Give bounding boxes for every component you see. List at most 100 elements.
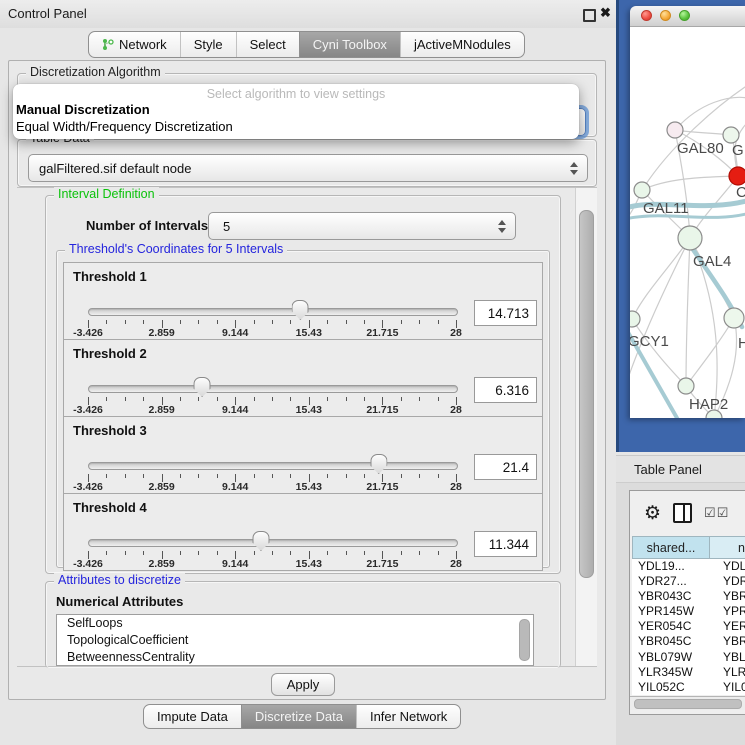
table-row[interactable]: YER054CYER0 — [632, 619, 745, 634]
tab-cyni-toolbox[interactable]: Cyni Toolbox — [299, 32, 400, 57]
tick-mark — [106, 474, 107, 478]
horizontal-scrollbar-thumb[interactable] — [634, 699, 742, 709]
network-node[interactable] — [634, 182, 650, 198]
control-panel-tabbar: NetworkStyleSelect Cyni Toolbox jActiveMNo… — [88, 31, 525, 58]
network-node-label: GCY1 — [630, 333, 669, 350]
network-edge — [630, 238, 690, 387]
tick-mark — [125, 474, 126, 478]
column-header-name[interactable]: n — [710, 536, 745, 559]
minimize-traffic-light-icon[interactable] — [660, 10, 671, 21]
slider-track[interactable] — [88, 385, 458, 393]
slider-track[interactable] — [88, 539, 458, 547]
numerical-attributes-list[interactable]: SelfLoopsTopologicalCoefficientBetweenne… — [56, 614, 534, 666]
threshold-slider[interactable]: -3.4262.8599.14415.4321.71528 — [88, 263, 456, 339]
table-row[interactable]: YDL19...YDL1 — [632, 559, 745, 574]
tick-mark — [272, 474, 273, 478]
tab-discretize-data[interactable]: Discretize Data — [241, 705, 356, 728]
tick-label: -3.426 — [73, 404, 103, 416]
horizontal-scrollbar[interactable] — [630, 696, 745, 710]
combo-arrows-icon — [498, 220, 515, 233]
threshold-value-field[interactable]: 6.316 — [474, 377, 537, 403]
close-icon[interactable]: ✖ — [600, 5, 611, 21]
tab-style[interactable]: Style — [180, 32, 236, 57]
tab-label: Cyni Toolbox — [313, 37, 387, 52]
table-toolbar: ⚙ ☑☑ — [630, 491, 745, 535]
network-window-titlebar — [630, 6, 745, 27]
tick-label: 2.859 — [148, 558, 174, 570]
table-data-combobox[interactable]: galFiltered.sif default node — [28, 154, 588, 182]
network-node[interactable] — [667, 122, 683, 138]
threshold-slider[interactable]: -3.4262.8599.14415.4321.71528 — [88, 417, 456, 493]
tab-impute-data[interactable]: Impute Data — [144, 705, 241, 728]
column-selector-icon[interactable] — [673, 503, 692, 523]
gear-icon[interactable]: ⚙ — [644, 504, 661, 523]
network-edge — [686, 318, 734, 386]
attribute-list-item[interactable]: TopologicalCoefficient — [57, 632, 533, 649]
table-row[interactable]: YDR27...YDR2 — [632, 574, 745, 589]
tab-select[interactable]: Select — [236, 32, 299, 57]
table-row[interactable]: YBR045CYBR0 — [632, 634, 745, 649]
tick-label: 9.144 — [222, 481, 248, 493]
table-row[interactable]: YIL052CYIL0 — [632, 680, 745, 695]
tick-mark — [143, 320, 144, 324]
zoom-traffic-light-icon[interactable] — [679, 10, 690, 21]
vertical-scrollbar[interactable] — [575, 188, 597, 666]
tick-mark — [419, 320, 420, 324]
table-row[interactable]: YBR043CYBR0 — [632, 589, 745, 604]
tick-label: 2.859 — [148, 404, 174, 416]
attributes-group: Attributes to discretize Numerical Attri… — [45, 581, 561, 668]
table-row[interactable]: YLR345WYLR3 — [632, 665, 745, 680]
table-cell-shared-name: YER054C — [632, 619, 716, 634]
tick-mark — [401, 551, 402, 555]
network-node[interactable] — [724, 308, 744, 328]
tick-mark — [217, 474, 218, 478]
attribute-list-item[interactable]: SelfLoops — [57, 615, 533, 632]
tick-mark — [346, 551, 347, 555]
tick-label: -3.426 — [73, 558, 103, 570]
network-node[interactable] — [678, 378, 694, 394]
algorithm-option[interactable]: Equal Width/Frequency Discretization — [16, 119, 233, 134]
vertical-scrollbar-thumb[interactable] — [579, 210, 594, 578]
bottom-tabbar: Impute DataDiscretize DataInfer Network — [143, 704, 461, 729]
threshold-slider[interactable]: -3.4262.8599.14415.4321.71528 — [88, 494, 456, 570]
slider-thumb[interactable] — [194, 377, 211, 397]
threshold-slider[interactable]: -3.4262.8599.14415.4321.71528 — [88, 340, 456, 416]
table-row[interactable]: YBL079WYBL0 — [632, 650, 745, 665]
close-traffic-light-icon[interactable] — [641, 10, 652, 21]
network-node[interactable] — [729, 167, 745, 185]
tab-network[interactable]: Network — [89, 32, 180, 57]
network-node-label: GAL4 — [693, 253, 731, 270]
network-canvas[interactable]: GAL80G.CGAL11GAL4GCY1HHAP2 — [630, 27, 745, 418]
list-scrollbar-thumb[interactable] — [519, 619, 530, 661]
network-node[interactable] — [723, 127, 739, 143]
apply-button[interactable]: Apply — [271, 673, 335, 696]
tick-label: 21.715 — [366, 404, 398, 416]
tick-mark — [272, 397, 273, 401]
slider-track[interactable] — [88, 308, 458, 316]
slider-thumb[interactable] — [252, 531, 269, 551]
column-header-shared[interactable]: shared... — [632, 536, 710, 559]
slider-thumb[interactable] — [292, 300, 309, 320]
threshold-value-field[interactable]: 21.4 — [474, 454, 537, 480]
network-node-label: C — [736, 184, 745, 201]
float-window-icon[interactable] — [583, 9, 596, 22]
tick-mark — [254, 397, 255, 401]
tab-jactivemnodules[interactable]: jActiveMNodules — [400, 32, 524, 57]
table-cell-shared-name: YBR043C — [632, 589, 716, 604]
threshold-value-field[interactable]: 14.713 — [474, 300, 537, 326]
number-of-intervals-combobox[interactable]: 5 — [208, 212, 516, 240]
attribute-list-item[interactable]: BetweennessCentrality — [57, 649, 533, 666]
network-node-label: H — [738, 335, 745, 352]
slider-thumb[interactable] — [370, 454, 387, 474]
tab-infer-network[interactable]: Infer Network — [356, 705, 460, 728]
table-row[interactable]: YPR145WYPR1 — [632, 604, 745, 619]
algorithm-dropdown-hint: Select algorithm to view settings — [13, 87, 579, 101]
algorithm-option[interactable]: Manual Discretization — [16, 102, 150, 117]
threshold-value-field[interactable]: 11.344 — [474, 531, 537, 557]
network-node[interactable] — [630, 311, 640, 327]
slider-track[interactable] — [88, 462, 458, 470]
checkbox-icons[interactable]: ☑☑ — [704, 505, 729, 521]
table-panel-title: Table Panel — [634, 462, 702, 477]
network-node[interactable] — [678, 226, 702, 250]
tick-mark — [401, 397, 402, 401]
